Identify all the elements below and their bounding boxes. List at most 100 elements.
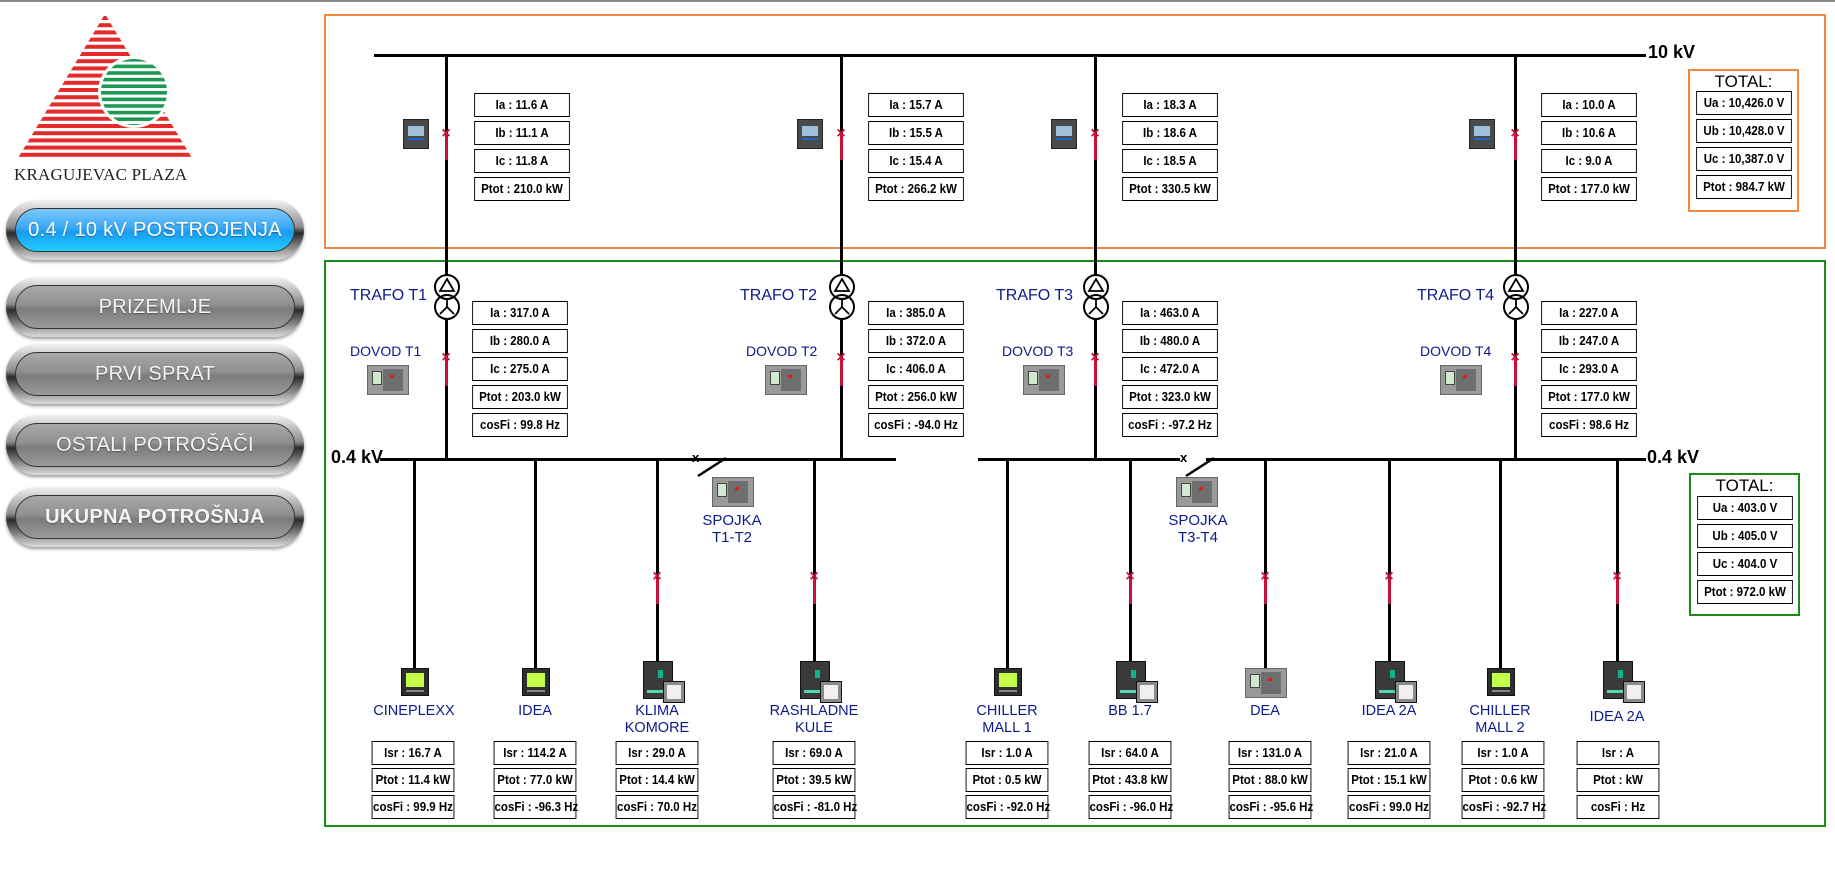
load-label-line2: KULE (795, 720, 833, 736)
lv-total-ua: Ua : 403.0 V (1697, 496, 1793, 520)
mv-protection-relay-icon[interactable] (797, 119, 823, 149)
power-meter-icon[interactable] (401, 668, 429, 696)
coupler-switch-t1-t2[interactable]: x (690, 452, 730, 478)
load-breaker-x-icon[interactable]: × (1611, 569, 1623, 585)
lv-incomer-ib: Ib : 480.0 A (1122, 329, 1218, 353)
coupler-switch-t3-t4[interactable]: x (1178, 452, 1218, 478)
transformer-icon[interactable] (1081, 274, 1111, 324)
mv-protection-relay-icon[interactable] (1469, 119, 1495, 149)
power-meter-icon[interactable] (994, 668, 1022, 696)
load-breaker-x-icon[interactable]: × (1124, 569, 1136, 585)
load-label: CHILLER MALL 1 (947, 703, 1067, 737)
lv-incomer-line (445, 320, 448, 459)
load-breaker-x-icon[interactable]: × (651, 569, 663, 585)
lv-incomer-ptot: Ptot : 256.0 kW (868, 385, 964, 409)
load-breaker-x-icon[interactable]: × (808, 569, 820, 585)
load-label-line1: CHILLER (976, 703, 1038, 719)
incomer-breaker-icon[interactable] (367, 365, 409, 395)
nav-button-prizemlje[interactable]: PRIZEMLJE (6, 277, 304, 337)
load-label-line1: RASHLADNE (769, 703, 859, 719)
mv-breaker-x-icon[interactable]: × (835, 126, 847, 142)
nav-button-label: PRVI SPRAT (15, 352, 295, 396)
load-isr: Isr : 21.0 A (1347, 741, 1431, 765)
lv-total-ub: Ub : 405.0 V (1697, 524, 1793, 548)
mv-feeder-line (1514, 55, 1517, 275)
mv-total-title: TOTAL: (1714, 72, 1773, 91)
lv-incomer-ptot: Ptot : 323.0 kW (1122, 385, 1218, 409)
mccb-breaker-icon[interactable] (643, 661, 687, 703)
transformer-icon[interactable] (432, 274, 462, 324)
lv-incomer-ptot: Ptot : 203.0 kW (472, 385, 568, 409)
mv-feeder-ptot: Ptot : 330.5 kW (1122, 177, 1218, 201)
incomer-breaker-icon[interactable] (1440, 365, 1482, 395)
mccb-breaker-icon[interactable] (800, 661, 844, 703)
trafo-label: TRAFO T2 (740, 287, 818, 304)
transformer-icon[interactable] (827, 274, 857, 324)
air-breaker-icon[interactable] (1245, 668, 1287, 698)
window-top-border (0, 0, 1835, 2)
load-breaker-x-icon[interactable]: × (1383, 569, 1395, 585)
lv-incomer-line (1514, 320, 1517, 459)
lv-incomer-ic: Ic : 293.0 A (1541, 357, 1637, 381)
dovod-label: DOVOD T2 (746, 343, 818, 359)
lv-incomer-ia: Ia : 227.0 A (1541, 301, 1637, 325)
transformer-icon[interactable] (1501, 274, 1531, 324)
mv-protection-relay-icon[interactable] (1051, 119, 1077, 149)
load-feeder-line (534, 460, 537, 668)
mv-total-uc: Uc : 10,387.0 V (1696, 147, 1792, 171)
mv-breaker-x-icon[interactable]: × (440, 126, 452, 142)
lv-incomer-x-icon[interactable]: × (440, 350, 452, 366)
mccb-breaker-icon[interactable] (1603, 661, 1647, 703)
coupler-breaker-icon[interactable] (712, 477, 754, 507)
mv-feeder-ptot: Ptot : 177.0 kW (1541, 177, 1637, 201)
load-ptot: Ptot : 14.4 kW (615, 768, 699, 792)
mv-feeder-ia: Ia : 10.0 A (1541, 93, 1637, 117)
incomer-breaker-icon[interactable] (1023, 365, 1065, 395)
nav-button-label: OSTALI POTROŠAČI (15, 423, 295, 467)
load-cosfi: cosFi : -95.6 Hz (1228, 795, 1313, 819)
coupler-breaker-icon[interactable] (1176, 477, 1218, 507)
mv-feeder-ib: Ib : 18.6 A (1122, 121, 1218, 145)
nav-button-prvi-sprat[interactable]: PRVI SPRAT (6, 344, 304, 404)
load-label-line1: IDEA (518, 703, 552, 719)
mccb-breaker-icon[interactable] (1375, 661, 1419, 703)
load-label-line1: BB 1.7 (1108, 703, 1152, 719)
load-ptot: Ptot : kW (1576, 768, 1660, 792)
load-feeder-line (1264, 460, 1267, 668)
mv-feeder-ic: Ic : 15.4 A (868, 149, 964, 173)
power-meter-icon[interactable] (1487, 668, 1515, 696)
load-ptot: Ptot : 11.4 kW (371, 768, 455, 792)
mv-breaker-x-icon[interactable]: × (1089, 126, 1101, 142)
load-feeder-line (1129, 460, 1132, 668)
load-ptot: Ptot : 43.8 kW (1088, 768, 1172, 792)
mccb-breaker-icon[interactable] (1116, 661, 1160, 703)
load-cosfi: cosFi : -96.3 Hz (493, 795, 578, 819)
nav-button-ukupna-potrosnja[interactable]: UKUPNA POTROŠNJA (6, 487, 304, 547)
mv-feeder-ic: Ic : 9.0 A (1541, 149, 1637, 173)
load-cosfi: cosFi : -92.0 Hz (965, 795, 1050, 819)
dovod-label: DOVOD T3 (1002, 343, 1074, 359)
mv-breaker-x-icon[interactable]: × (1509, 126, 1521, 142)
mv-feeder-ib: Ib : 10.6 A (1541, 121, 1637, 145)
power-meter-icon[interactable] (522, 668, 550, 696)
load-label-line2: MALL 1 (982, 720, 1032, 736)
load-label-line2: MALL 2 (1475, 720, 1525, 736)
lv-incomer-x-icon[interactable]: × (1089, 350, 1101, 366)
nav-button-postrojenja[interactable]: 0.4 / 10 kV POSTROJENJA (6, 200, 304, 260)
load-ptot: Ptot : 0.6 kW (1461, 768, 1545, 792)
lv-incomer-x-icon[interactable]: × (835, 350, 847, 366)
mv-feeder-ia: Ia : 11.6 A (474, 93, 570, 117)
mv-protection-relay-icon[interactable] (403, 119, 429, 149)
load-isr: Isr : 29.0 A (615, 741, 699, 765)
nav-button-ostali-potrosaci[interactable]: OSTALI POTROŠAČI (6, 415, 304, 475)
lv-incomer-x-icon[interactable]: × (1509, 350, 1521, 366)
load-cosfi: cosFi : -81.0 Hz (772, 795, 857, 819)
nav-button-label: UKUPNA POTROŠNJA (15, 495, 295, 539)
coupler-label-line2: T1-T2 (711, 529, 752, 546)
load-cosfi: cosFi : 70.0 Hz (615, 795, 699, 819)
load-label: IDEA 2A (1329, 703, 1449, 720)
coupler-label-line1: SPOJKA (702, 512, 762, 529)
incomer-breaker-icon[interactable] (765, 365, 807, 395)
load-breaker-x-icon[interactable]: × (1259, 569, 1271, 585)
lv-total-uc: Uc : 404.0 V (1697, 552, 1793, 576)
